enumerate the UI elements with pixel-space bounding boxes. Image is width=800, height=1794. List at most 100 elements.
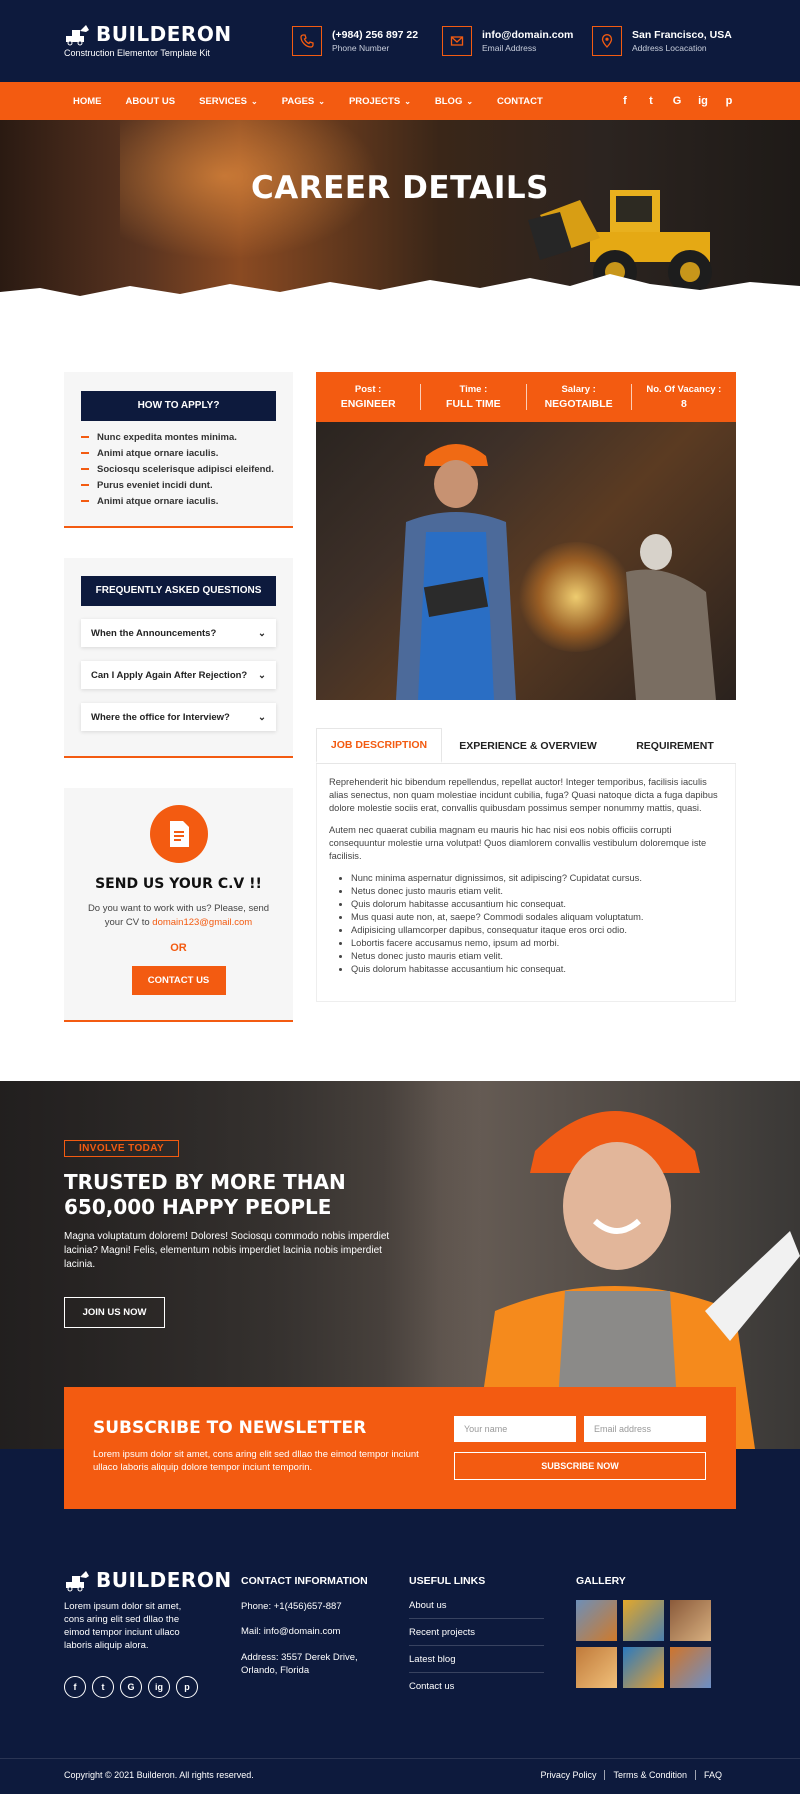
cv-text-block: Do you want to work with us? Please, sen… [78,902,279,930]
footer-social-links: f t G ig p [64,1676,198,1698]
nav-projects[interactable]: PROJECTS ⌄ [349,96,411,107]
chevron-down-icon: ⌄ [258,627,266,639]
job-post: Post : ENGINEER [316,384,422,410]
useful-links-title: USEFUL LINKS [409,1575,486,1587]
copyright-text: Copyright © 2021 Builderon. All rights r… [64,1770,254,1780]
footer-mail: Mail: info@domain.com [241,1626,341,1637]
faq-item-announcements[interactable]: When the Announcements? ⌄ [81,619,276,647]
how-to-apply-box: HOW TO APPLY? Nunc expedita montes minim… [64,372,293,528]
description-paragraph: Reprehenderit hic bibendum repellendus, … [329,777,718,813]
logo-name: BUILDERON [96,22,232,46]
faq-item-office[interactable]: Where the office for Interview? ⌄ [81,703,276,731]
apply-step-text: Animi atque ornare iaculis. [97,495,219,507]
chevron-down-icon: ⌄ [404,96,411,106]
dash-bullet-icon [81,484,89,486]
site-logo[interactable]: BUILDERON Construction Elementor Templat… [64,22,232,58]
apply-step-text: Sociosqu scelerisque adipisci eleifend. [97,463,274,475]
footer-link-blog[interactable]: Latest blog [409,1646,544,1673]
google-icon[interactable]: G [671,95,683,107]
gallery-image[interactable] [576,1647,617,1688]
footer-address: Address: 3557 Derek Drive, Orlando, Flor… [241,1652,358,1676]
cv-email-link[interactable]: domain123@gmail.com [152,917,252,928]
address-contact[interactable]: San Francisco, USA Address Locacation [592,26,732,56]
phone-icon [292,26,322,56]
gallery-image[interactable] [576,1600,617,1641]
email-label: Email Address [482,43,537,53]
facebook-icon[interactable]: f [619,95,631,107]
pinterest-icon[interactable]: p [176,1676,198,1698]
phone-contact[interactable]: (+984) 256 897 22 Phone Number [292,26,418,56]
twitter-icon[interactable]: t [92,1676,114,1698]
gallery-title: GALLERY [576,1575,626,1587]
chevron-down-icon: ⌄ [258,711,266,723]
footer-link-about[interactable]: About us [409,1592,544,1619]
email-input[interactable]: Email address [584,1416,706,1442]
list-item: Nunc expedita montes minima. [81,429,293,445]
name-input[interactable]: Your name [454,1416,576,1442]
instagram-icon[interactable]: ig [697,95,709,107]
email-value: info@domain.com [482,29,574,41]
cta-heading: TRUSTED BY MORE THAN 650,000 HAPPY PEOPL… [64,1170,484,1220]
footer-gallery [576,1600,711,1688]
instagram-icon[interactable]: ig [148,1676,170,1698]
tab-requirement[interactable]: REQUIREMENT [614,728,736,763]
job-tabs: JOB DESCRIPTION EXPERIENCE & OVERVIEW RE… [316,728,736,764]
document-icon [149,805,208,863]
contact-us-button[interactable]: CONTACT US [131,966,226,995]
list-item: Nunc minima aspernatur dignissimos, sit … [351,872,723,885]
excavator-logo-icon [66,25,89,46]
facebook-icon[interactable]: f [64,1676,86,1698]
cta-text: Magna voluptatum dolorem! Dolores! Socio… [64,1231,390,1270]
dash-bullet-icon [81,468,89,470]
gallery-image[interactable] [670,1600,711,1641]
nav-pages[interactable]: PAGES ⌄ [282,96,325,107]
nav-home[interactable]: HOME [73,96,102,107]
nav-menu: HOME ABOUT US SERVICES ⌄ PAGES ⌄ PROJECTS ⌄… [73,82,567,120]
chevron-down-icon: ⌄ [466,96,474,106]
email-contact[interactable]: info@domain.com Email Address [442,26,573,56]
footer-logo-name: BUILDERON [96,1568,232,1592]
page-title: CAREER DETAILS [251,170,549,206]
how-to-apply-title: HOW TO APPLY? [81,391,276,421]
job-time: Time : FULL TIME [421,384,527,410]
subscribe-button[interactable]: SUBSCRIBE NOW [454,1452,706,1480]
nav-services[interactable]: SERVICES ⌄ [199,96,258,107]
meta-label: Time : [459,384,488,395]
list-item: Animi atque ornare iaculis. [81,493,293,509]
gallery-image[interactable] [623,1600,664,1641]
list-item: Purus eveniet incidi dunt. [81,477,293,493]
gallery-image[interactable] [623,1647,664,1688]
apply-step-text: Nunc expedita montes minima. [97,431,237,443]
cv-title: SEND US YOUR C.V !! [95,876,262,892]
google-icon[interactable]: G [120,1676,142,1698]
nav-blog[interactable]: BLOG ⌄ [435,96,473,107]
footer-logo[interactable]: BUILDERON [64,1568,232,1592]
gallery-image[interactable] [670,1647,711,1688]
tab-job-description[interactable]: JOB DESCRIPTION [316,728,442,763]
nav-projects-label: PROJECTS [348,95,401,107]
list-item: Sociosqu scelerisque adipisci eleifend. [81,461,293,477]
apply-step-text: Purus eveniet incidi dunt. [97,479,213,491]
footer-about-text: Lorem ipsum dolor sit amet, cons aring e… [64,1601,182,1651]
footer-link-projects[interactable]: Recent projects [409,1619,544,1646]
terms-link[interactable]: Terms & Condition [604,1770,695,1780]
phone-label: Phone Number [332,43,390,53]
chevron-down-icon: ⌄ [258,669,266,681]
tab-experience-overview[interactable]: EXPERIENCE & OVERVIEW [442,728,614,763]
privacy-policy-link[interactable]: Privacy Policy [532,1770,604,1780]
engineer-figure [396,444,516,700]
logo-tagline: Construction Elementor Template Kit [64,48,210,58]
nav-about[interactable]: ABOUT US [126,96,176,107]
faq-link[interactable]: FAQ [694,1770,730,1780]
list-item: Netus donec justo mauris etiam velit. [351,885,723,898]
apply-step-text: Animi atque ornare iaculis. [97,447,219,459]
job-meta-bar: Post : ENGINEER Time : FULL TIME Salary : N… [316,372,736,422]
phone-value: (+984) 256 897 22 [332,29,419,41]
join-us-button[interactable]: JOIN US NOW [64,1297,165,1328]
nav-contact[interactable]: CONTACT [497,96,543,107]
twitter-icon[interactable]: t [645,95,657,107]
meta-value: ENGINEER [340,398,396,410]
pinterest-icon[interactable]: p [723,95,735,107]
footer-link-contact[interactable]: Contact us [409,1673,544,1700]
faq-item-apply-again[interactable]: Can I Apply Again After Rejection? ⌄ [81,661,276,689]
